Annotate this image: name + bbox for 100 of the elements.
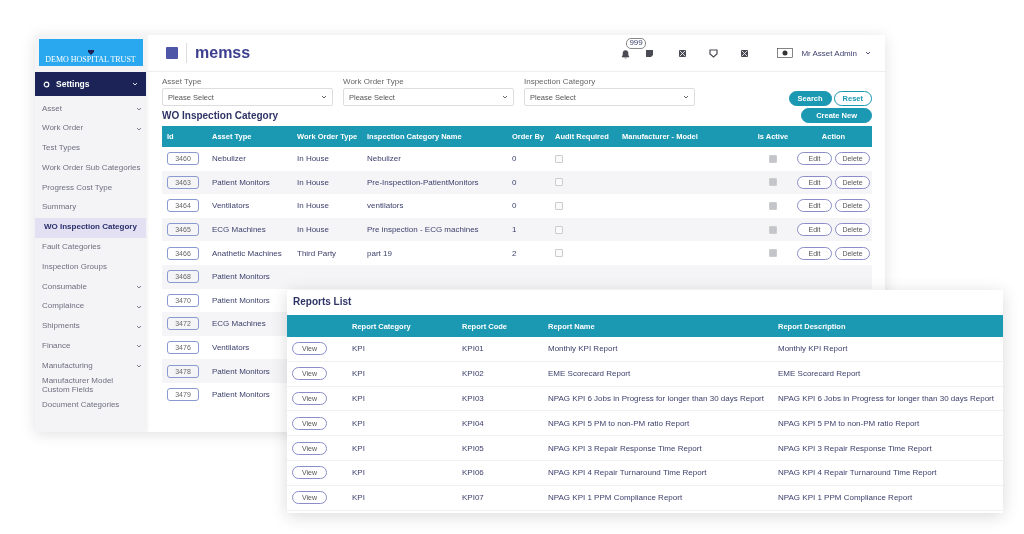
table-cell: KPI (352, 468, 365, 478)
filter-label: Asset Type (162, 77, 203, 86)
chevron-icon (865, 51, 871, 55)
table-cell: Pre-Inspectiion-PatientMonitors (367, 177, 479, 187)
table-cell: part 19 (367, 248, 392, 258)
chevron-icon (136, 364, 142, 369)
sidebar-item[interactable]: Shipments (35, 316, 146, 337)
table-cell: 1 (512, 225, 517, 235)
table-cell: 0 (512, 154, 517, 164)
chevron-icon (132, 82, 138, 86)
brand-logo: DEMO HOSPITAL TRUST (38, 39, 143, 66)
shield-icon[interactable] (709, 48, 719, 58)
table-cell: In House (297, 225, 330, 235)
table-cell: NPAG KPI 3 Repair Response Time Report (548, 443, 702, 453)
table-cell: Ventilators (212, 343, 250, 353)
table-cell: 2 (512, 248, 517, 258)
note-icon[interactable] (645, 48, 655, 58)
table-cell: ECG Machines (212, 319, 266, 329)
table-cell: EME Scorecard Report (778, 369, 861, 379)
sidebar-item[interactable]: Consumable (35, 277, 146, 297)
table-cell: KPI (352, 369, 365, 379)
chevron-icon (136, 324, 142, 329)
checkbox[interactable] (769, 178, 777, 187)
card-title: Reports List (292, 295, 353, 309)
checkbox[interactable] (769, 154, 777, 163)
user-menu[interactable]: Mr Asset Admin (801, 48, 857, 58)
table-cell: Patient Monitors (212, 366, 270, 376)
table-cell: KPI02 (462, 369, 484, 379)
sidebar-item[interactable]: Finance (35, 336, 146, 357)
checkbox[interactable] (769, 202, 777, 210)
table-cell: NPAG KPI 6 Jobs in Progress for longer than 30 days Report (548, 394, 764, 403)
app-logo: memss (195, 44, 251, 62)
sidebar-item[interactable]: Summary (35, 198, 146, 218)
table-cell: 0 (512, 177, 517, 187)
table-cell: NPAG KPI 1 PPM Compliance Report (548, 493, 683, 503)
table-cell: In House (297, 154, 330, 164)
filter-label: Work Order Type (343, 77, 405, 86)
table-cell: Monthly KPI Report (778, 344, 848, 354)
table-cell: ECG Machines (212, 225, 266, 235)
sidebar-item[interactable]: Asset (35, 99, 146, 119)
menu-toggle-icon[interactable] (166, 47, 178, 59)
notification-badge: 999 (626, 38, 646, 49)
table-cell: KPI (352, 493, 365, 503)
table-cell: NPAG KPI 1 PPM Compliance Report (778, 493, 913, 503)
sidebar-item[interactable]: Manufacturing (35, 356, 146, 377)
table-cell: Monthly KPI Report (548, 344, 618, 354)
table-cell: Patient Monitors (212, 390, 270, 400)
checkbox[interactable] (555, 202, 563, 210)
page-title: WO Inspection Category (162, 110, 279, 121)
filter-label: Inspection Category (524, 77, 597, 86)
checkbox[interactable] (555, 249, 563, 258)
table-cell: KPI01 (462, 344, 484, 354)
table-cell: 0 (512, 201, 517, 211)
settings-section[interactable]: Settings (35, 72, 146, 96)
sidebar-item[interactable]: Work Order (35, 118, 146, 139)
table-cell: Ventilators (212, 201, 250, 211)
table-cell: NPAG KPI 3 Repair Response Time Report (778, 443, 932, 453)
table-cell: Patient Monitors (212, 295, 270, 305)
chevron-icon (136, 106, 142, 111)
sidebar-item[interactable]: WO Inspection Category (35, 217, 146, 238)
table-cell: Patient Monitors (212, 272, 270, 282)
table-cell: Pre inspection - ECG machines (367, 225, 479, 235)
table-cell: Anathetic Machines (212, 248, 282, 258)
checkbox[interactable] (769, 225, 777, 234)
sidebar-item[interactable]: Document Categories (35, 395, 146, 416)
sidebar-item[interactable]: Fault Categories (35, 237, 146, 258)
chevron-icon (136, 344, 142, 349)
table-cell: In House (297, 177, 330, 187)
table-cell: KPI04 (462, 418, 484, 428)
table-cell: KPI (352, 418, 365, 428)
table-cell: In House (297, 201, 330, 211)
table-cell: ventilators (367, 201, 404, 211)
checkbox[interactable] (555, 178, 563, 187)
table-cell: NPAG KPI 5 PM to non-PM ratio Report (778, 418, 920, 428)
table-cell: KPI05 (462, 443, 484, 453)
sidebar-item[interactable]: Inspection Groups (35, 257, 146, 278)
sidebar-item[interactable]: Progress Cost Type (35, 178, 146, 198)
table-cell: NPAG KPI 5 PM to non-PM ratio Report (548, 418, 690, 428)
table-cell: KPI07 (462, 493, 484, 503)
checkbox[interactable] (769, 249, 777, 258)
table-cell: EME Scorecard Report (548, 369, 631, 379)
sidebar-item[interactable]: Test Types (35, 138, 146, 159)
checkbox[interactable] (555, 225, 563, 234)
chevron-icon (136, 304, 142, 309)
sidebar-item[interactable]: Complaince (35, 296, 146, 317)
bell-icon[interactable] (621, 49, 631, 59)
table-cell: Nebulizer (367, 154, 401, 164)
checkbox[interactable] (555, 154, 563, 163)
sidebar-item[interactable]: Work Order Sub Categories (35, 158, 146, 179)
chevron-icon (502, 95, 508, 99)
table-cell: KPI06 (462, 468, 484, 478)
table-cell: KPI (352, 394, 365, 403)
chevron-icon (136, 126, 142, 131)
avatar-icon[interactable] (777, 48, 794, 58)
table-cell: Patient Monitors (212, 177, 270, 187)
table-cell: KPI03 (462, 394, 484, 403)
table-cell: NPAG KPI 4 Repair Turnaround Time Report (778, 468, 937, 478)
sidebar-item[interactable]: Manufacturer Model Custom Fields (35, 376, 146, 396)
chevron-icon (136, 285, 142, 290)
table-cell: NPAG KPI 4 Repair Turnaround Time Report (548, 468, 707, 478)
